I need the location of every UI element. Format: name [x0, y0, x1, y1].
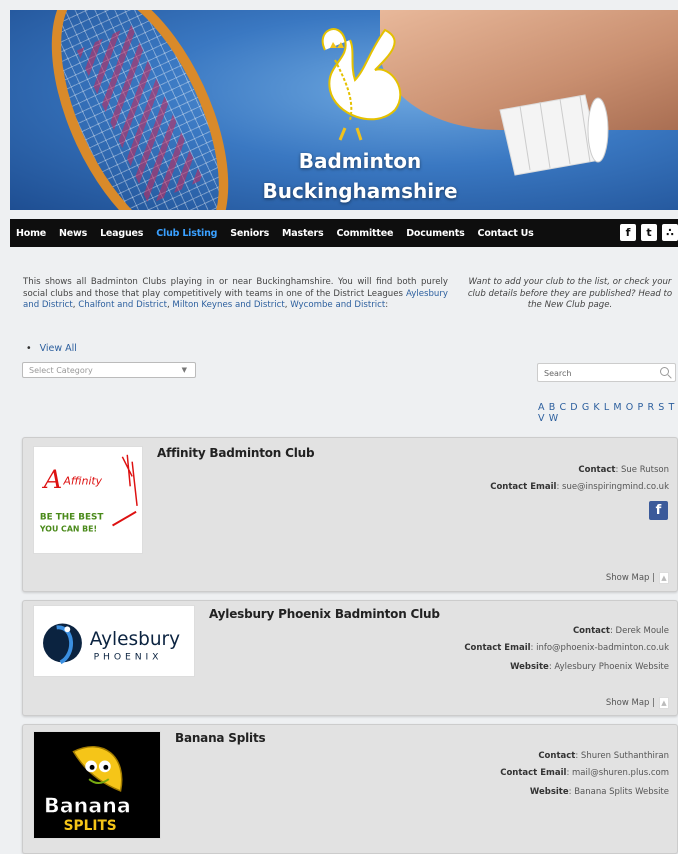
club-logo-banana-splits: Banana SPLITS [33, 731, 161, 839]
intro-paragraph: This shows all Badminton Clubs playing i… [23, 277, 448, 299]
aylesbury-logo-phoenix: PHOENIX [94, 651, 163, 662]
view-all-link[interactable]: View All [38, 343, 77, 354]
social-links: f t ∴ [620, 224, 678, 241]
site-title-line2: Buckinghamshire [262, 179, 458, 203]
affinity-logo-slogan-1: BE THE BEST [40, 513, 104, 523]
email-label: Contact Email [490, 482, 557, 492]
search-placeholder: Search [544, 369, 572, 378]
league-link-chalfont[interactable]: Chalfont and District [78, 300, 167, 310]
nav-committee[interactable]: Committee [337, 228, 394, 239]
website-label: Website [529, 787, 569, 797]
contact-value: Shuren Suthanthiran [580, 751, 669, 761]
svg-text:A: A [42, 465, 62, 495]
club-card-affinity: A Affinity BE THE BEST YOU CAN BE! Affin… [22, 437, 678, 592]
website-link[interactable]: Banana Splits Website [574, 787, 669, 797]
email-link[interactable]: sue@inspiringmind.co.uk [562, 482, 669, 492]
club-name[interactable]: Banana Splits [175, 731, 266, 745]
intro-text: This shows all Badminton Clubs playing i… [23, 277, 448, 310]
show-map-link[interactable]: Show Map | ▲ [606, 572, 669, 584]
club-details: Contact: Derek Moule Contact Email: info… [464, 626, 669, 672]
show-map-label: Show Map | [605, 698, 655, 708]
nav-documents[interactable]: Documents [406, 228, 465, 239]
site-title: Badminton Buckinghamshire [240, 146, 480, 206]
category-select[interactable]: Select Category ▼ [22, 362, 196, 378]
banana-logo-splits: SPLITS [64, 818, 117, 834]
nav-club-listing[interactable]: Club Listing [156, 228, 217, 239]
search-input[interactable]: Search [537, 363, 676, 382]
category-select-placeholder: Select Category [29, 366, 93, 375]
banana-logo-word: Banana [44, 793, 131, 817]
club-name[interactable]: Aylesbury Phoenix Badminton Club [209, 607, 440, 621]
nav-seniors[interactable]: Seniors [230, 228, 269, 239]
swan-logo-icon [321, 28, 402, 141]
contact-value: Derek Moule [615, 626, 669, 636]
email-label: Contact Email [500, 768, 567, 778]
website-label: Website [510, 662, 549, 672]
website-link[interactable]: Aylesbury Phoenix Website [554, 662, 669, 672]
site-title-line1: Badminton [298, 149, 422, 173]
league-link-milton-keynes[interactable]: Milton Keynes and District [172, 300, 284, 310]
contact-label: Contact [538, 751, 576, 761]
twitter-icon[interactable]: t [641, 224, 657, 241]
email-link[interactable]: mail@shuren.plus.com [572, 768, 669, 778]
header-banner: Badminton Buckinghamshire [10, 10, 678, 210]
search-icon[interactable] [660, 367, 669, 376]
club-card-banana-splits: Banana SPLITS Banana Splits Contact: Shu… [22, 724, 678, 854]
contact-label: Contact [578, 465, 616, 475]
main-nav: Home News Leagues Club Listing Seniors M… [10, 219, 678, 247]
club-logo-aylesbury-phoenix: Aylesbury PHOENIX [33, 605, 195, 677]
nav-contact-us[interactable]: Contact Us [478, 228, 534, 239]
email-label: Contact Email [464, 643, 531, 653]
contact-label: Contact [572, 626, 610, 636]
league-link-wycombe[interactable]: Wycombe and District [290, 300, 385, 310]
nav-masters[interactable]: Masters [282, 228, 324, 239]
affinity-logo-word: Affinity [62, 474, 102, 487]
alphabet-filter[interactable]: A B C D G K L M O P R S T V W [538, 402, 678, 424]
club-logo-affinity: A Affinity BE THE BEST YOU CAN BE! [33, 446, 143, 554]
add-club-note: Want to add your club to the list, or ch… [467, 277, 673, 310]
facebook-icon[interactable]: f [649, 501, 668, 520]
map-toggle-icon[interactable]: ▲ [659, 572, 669, 584]
rss-icon[interactable]: ∴ [662, 224, 678, 241]
email-link[interactable]: info@phoenix-badminton.co.uk [536, 643, 669, 653]
map-toggle-icon[interactable]: ▲ [659, 697, 669, 709]
club-card-aylesbury-phoenix: Aylesbury PHOENIX Aylesbury Phoenix Badm… [22, 600, 678, 716]
club-details: Contact: Sue Rutson Contact Email: sue@i… [490, 465, 669, 492]
aylesbury-logo-word: Aylesbury [90, 629, 180, 650]
show-map-link[interactable]: Show Map | ▲ [606, 697, 669, 709]
club-details: Contact: Shuren Suthanthiran Contact Ema… [500, 751, 669, 797]
contact-value: Sue Rutson [621, 465, 669, 475]
show-map-label: Show Map | [605, 573, 655, 583]
affinity-logo-slogan-2: YOU CAN BE! [39, 524, 97, 533]
nav-news[interactable]: News [59, 228, 87, 239]
club-name[interactable]: Affinity Badminton Club [157, 446, 315, 460]
facebook-icon[interactable]: f [620, 224, 636, 241]
nav-home[interactable]: Home [16, 228, 46, 239]
chevron-down-icon: ▼ [181, 366, 187, 374]
nav-leagues[interactable]: Leagues [100, 228, 143, 239]
shuttlecock-image [499, 94, 609, 176]
